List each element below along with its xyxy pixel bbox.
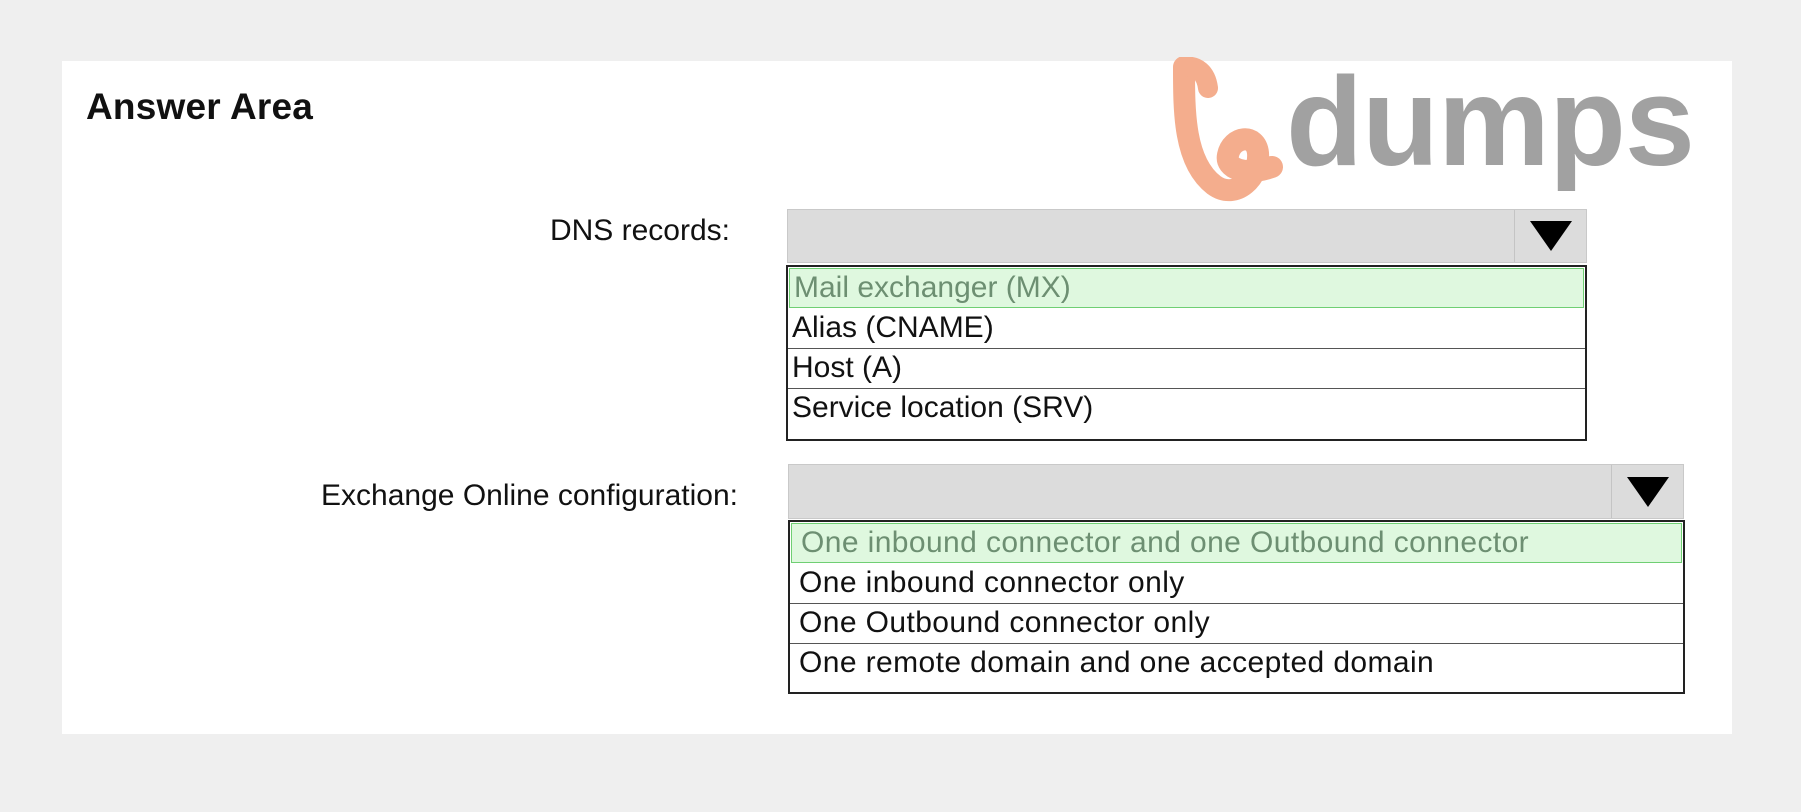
dns-records-select[interactable] <box>787 209 1587 263</box>
option-one-inbound-and-outbound-connector[interactable]: One inbound connector and one Outbound c… <box>791 523 1682 563</box>
dns-records-label: DNS records: <box>549 214 730 247</box>
option-one-remote-domain-and-one-accepted-domain[interactable]: One remote domain and one accepted domai… <box>790 644 1683 684</box>
exchange-online-configuration-select[interactable] <box>788 464 1684 519</box>
option-host-a[interactable]: Host (A) <box>788 349 1585 389</box>
option-one-outbound-connector-only[interactable]: One Outbound connector only <box>790 604 1683 644</box>
exchange-online-configuration-label: Exchange Online configuration: <box>321 479 738 512</box>
caret-down-icon <box>1529 221 1572 251</box>
answer-area-title: Answer Area <box>86 86 314 127</box>
option-alias-cname[interactable]: Alias (CNAME) <box>788 309 1585 349</box>
option-one-inbound-connector-only[interactable]: One inbound connector only <box>790 564 1683 604</box>
dns-records-options: Mail exchanger (MX) Alias (CNAME) Host (… <box>786 265 1587 441</box>
exchange-online-configuration-options: One inbound connector and one Outbound c… <box>788 520 1685 694</box>
option-service-location-srv[interactable]: Service location (SRV) <box>788 389 1585 429</box>
dns-records-dropdown-button[interactable] <box>1514 210 1586 262</box>
caret-down-icon <box>1626 476 1669 507</box>
exchange-online-configuration-dropdown-button[interactable] <box>1611 465 1683 518</box>
option-mail-exchanger-mx[interactable]: Mail exchanger (MX) <box>789 268 1584 308</box>
